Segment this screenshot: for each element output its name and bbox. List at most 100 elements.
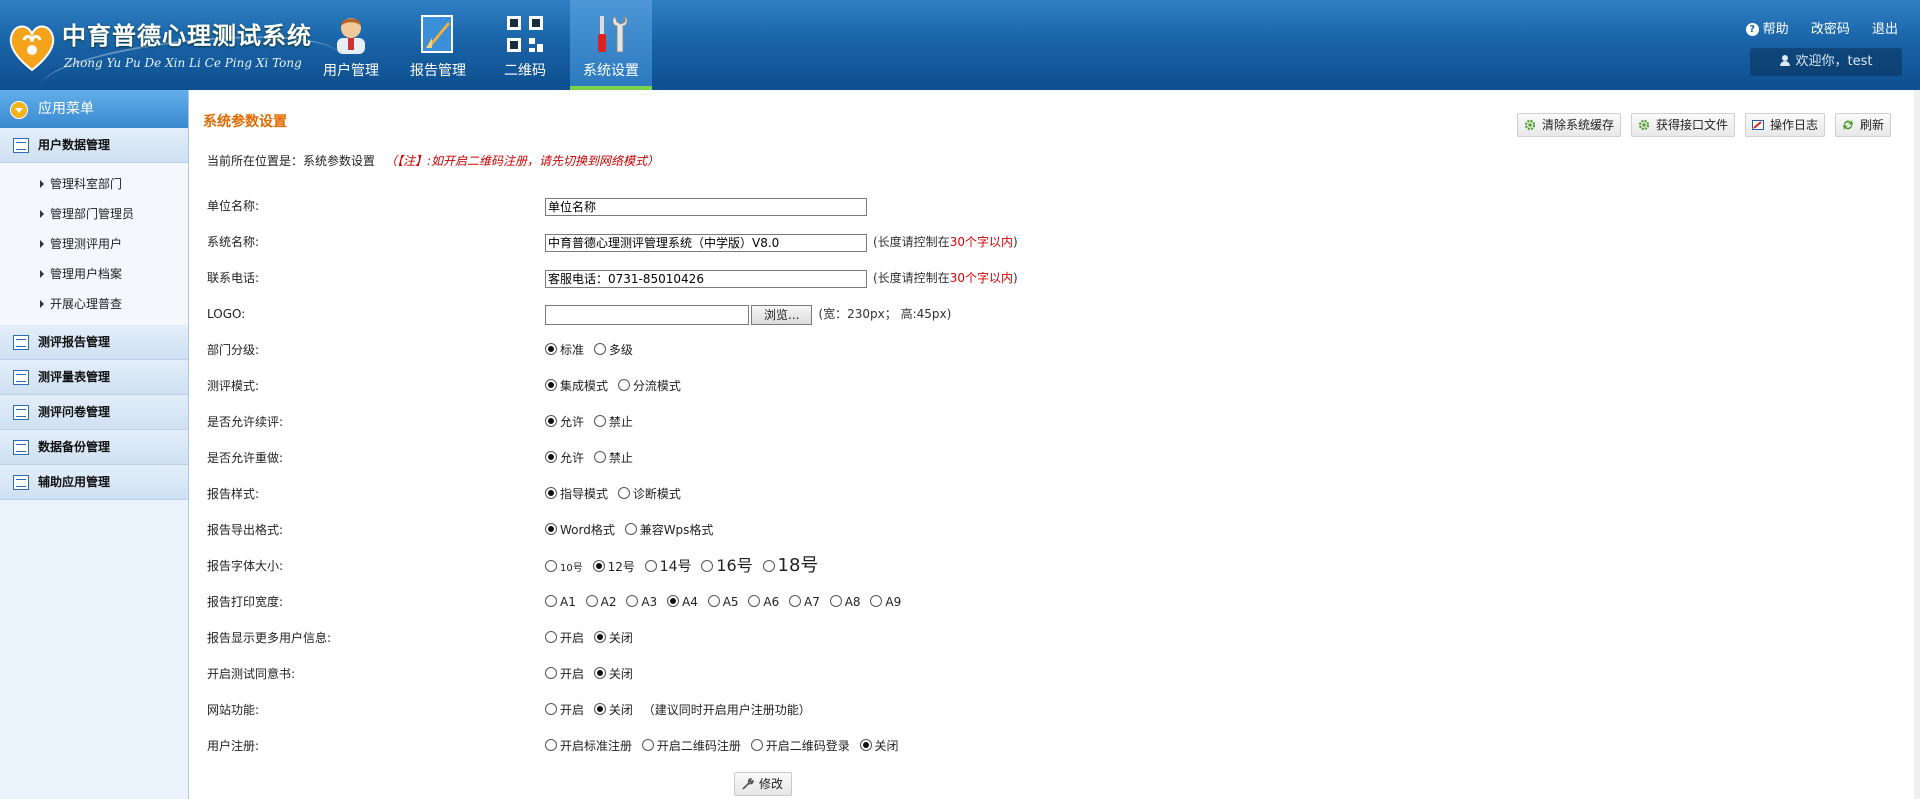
user-icon: [337, 18, 365, 54]
help-link[interactable]: ? 帮助: [1728, 22, 1789, 37]
sidebar-group-reports[interactable]: 测评报告管理: [0, 325, 188, 360]
radio-option[interactable]: 12号: [592, 554, 635, 580]
form-row-print-width: 报告打印宽度: A1 A2 A3 A4 A5 A6 A7 A8 A9: [207, 589, 1907, 615]
sidebar-group-backup[interactable]: 数据备份管理: [0, 430, 188, 465]
radio-option[interactable]: Word格式: [545, 517, 615, 543]
sidebar-group-scales[interactable]: 测评量表管理: [0, 360, 188, 395]
option-label: 开启: [560, 631, 585, 645]
radio-option[interactable]: 禁止: [593, 445, 633, 471]
sidebar-item-psych-survey[interactable]: 开展心理普查: [0, 289, 188, 319]
phone-input[interactable]: [545, 269, 867, 288]
radio-option[interactable]: 开启二维码登录: [750, 733, 850, 759]
save-button[interactable]: 修改: [734, 772, 793, 796]
system-name-input[interactable]: [545, 233, 867, 252]
option-label: 关闭: [608, 667, 633, 681]
button-label: 获得接口文件: [1656, 118, 1729, 132]
refresh-button[interactable]: 刷新: [1835, 113, 1892, 137]
radio-option[interactable]: 开启二维码注册: [641, 733, 741, 759]
radio-option[interactable]: 诊断模式: [617, 481, 681, 507]
nav-user-management[interactable]: 用户管理: [310, 0, 392, 90]
radio-option[interactable]: A7: [789, 589, 820, 615]
sidebar-item-dept-admins[interactable]: 管理部门管理员: [0, 199, 188, 229]
field-label: 用户注册:: [207, 739, 260, 753]
radio-checked-icon: [667, 595, 680, 607]
radio-option[interactable]: 关闭: [593, 661, 633, 687]
list-icon: [13, 405, 29, 420]
radio-option[interactable]: 标准: [545, 337, 584, 363]
change-password-link[interactable]: 改密码: [1811, 22, 1850, 37]
radio-option[interactable]: A2: [585, 589, 617, 615]
radio-option[interactable]: A6: [748, 589, 779, 615]
radio-checked-icon: [593, 631, 606, 643]
form-row-allow-redo: 是否允许重做: 允许 禁止: [207, 445, 1907, 471]
radio-option[interactable]: 关闭: [859, 733, 899, 759]
radio-option[interactable]: A4: [667, 589, 698, 615]
button-label: 清除系统缓存: [1542, 118, 1615, 132]
get-api-file-button[interactable]: 获得接口文件: [1631, 113, 1736, 137]
main-content: 系统参数设置 清除系统缓存 获得接口文件 操作日志 刷新 当前所在位置是：系统参…: [189, 90, 1920, 799]
radio-option[interactable]: 分流模式: [617, 373, 681, 399]
radio-option[interactable]: 开启: [545, 625, 584, 651]
wrench-icon: [742, 778, 754, 790]
sidebar-item-departments[interactable]: 管理科室部门: [0, 169, 188, 199]
radio-option[interactable]: 允许: [545, 445, 584, 471]
unit-name-input[interactable]: [545, 197, 867, 216]
clear-cache-button[interactable]: 清除系统缓存: [1517, 113, 1622, 137]
logout-link[interactable]: 退出: [1872, 22, 1898, 37]
nav-system-settings[interactable]: 系统设置: [570, 0, 652, 90]
field-label: 测评模式:: [207, 379, 260, 393]
sidebar-item-user-archives[interactable]: 管理用户档案: [0, 259, 188, 289]
radio-option[interactable]: 14号: [644, 554, 692, 580]
radio-option[interactable]: A3: [626, 589, 657, 615]
hint-limit: 30个字以内: [949, 235, 1013, 249]
form-row-logo: LOGO: 浏览... (宽：230px； 高:45px): [207, 301, 1907, 327]
field-label: 网站功能:: [207, 703, 260, 717]
radio-checked-icon: [545, 451, 557, 463]
radio-checked-icon: [593, 667, 606, 679]
radio-option[interactable]: 10号: [545, 554, 583, 582]
radio-option[interactable]: 集成模式: [545, 373, 608, 399]
radio-option[interactable]: 开启: [545, 697, 584, 723]
option-label: 14号: [659, 559, 692, 575]
sidebar-group-questionnaires[interactable]: 测评问卷管理: [0, 395, 188, 430]
sidebar-header[interactable]: 应用菜单: [0, 90, 188, 128]
radio-unchecked-icon: [593, 451, 606, 463]
field-label: 开启测试同意书:: [207, 667, 296, 681]
radio-option[interactable]: 16号: [701, 553, 753, 580]
radio-unchecked-icon: [593, 343, 606, 355]
option-label: 多级: [608, 343, 633, 357]
scrollbar[interactable]: [1914, 90, 1920, 799]
radio-option[interactable]: A5: [707, 589, 739, 615]
field-label: 报告打印宽度:: [207, 595, 284, 609]
radio-unchecked-icon: [545, 595, 557, 607]
operation-log-button[interactable]: 操作日志: [1745, 113, 1826, 137]
radio-option[interactable]: 开启: [545, 661, 584, 687]
logo-file-input[interactable]: [545, 304, 749, 325]
browse-button[interactable]: 浏览...: [751, 304, 813, 325]
option-label: A9: [885, 595, 902, 609]
radio-checked-icon: [545, 343, 557, 355]
radio-option[interactable]: A8: [829, 589, 861, 615]
radio-option[interactable]: 指导模式: [545, 481, 608, 507]
sidebar-group-user-data[interactable]: 用户数据管理: [0, 128, 188, 163]
radio-option[interactable]: 多级: [593, 337, 633, 363]
radio-option[interactable]: A1: [545, 589, 576, 615]
radio-option[interactable]: 兼容Wps格式: [624, 517, 713, 543]
radio-option[interactable]: 关闭: [593, 625, 633, 651]
field-label: 系统名称:: [207, 235, 260, 249]
option-label: A7: [804, 595, 820, 609]
radio-option[interactable]: 允许: [545, 409, 584, 435]
nav-report-management[interactable]: 报告管理: [397, 0, 479, 90]
field-label: 报告样式:: [207, 487, 260, 501]
radio-option[interactable]: 禁止: [593, 409, 633, 435]
radio-option[interactable]: A9: [870, 589, 901, 615]
radio-option[interactable]: 关闭: [593, 697, 633, 723]
sidebar-item-test-users[interactable]: 管理测评用户: [0, 229, 188, 259]
website-hint: （建议同时开启用户注册功能）: [642, 703, 811, 717]
radio-option[interactable]: 开启标准注册: [545, 733, 632, 759]
option-label: A1: [560, 595, 576, 609]
sidebar-group-aux-apps[interactable]: 辅助应用管理: [0, 465, 188, 500]
form-row-export-format: 报告导出格式: Word格式 兼容Wps格式: [207, 517, 1907, 543]
nav-qrcode[interactable]: 二维码: [484, 0, 566, 90]
radio-option[interactable]: 18号: [762, 553, 818, 580]
